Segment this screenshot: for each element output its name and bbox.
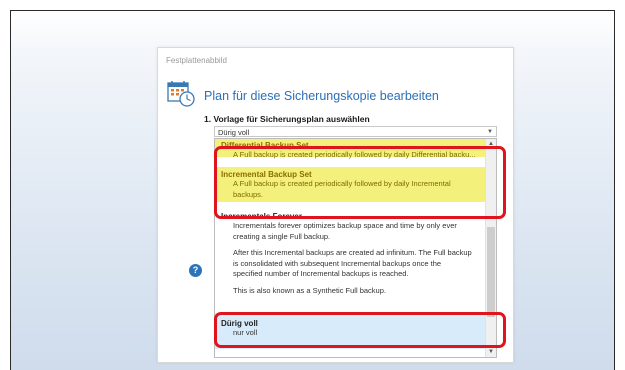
dropdown-scrollbar[interactable]: ▲ ▼ [485, 139, 496, 357]
screenshot-frame: Festplattenabbild Plan für diese Sicheru… [10, 10, 615, 370]
plan-title: Plan für diese Sicherungskopie bearbeite… [204, 89, 439, 103]
chevron-down-icon[interactable]: ▼ [487, 127, 493, 138]
calendar-clock-icon [167, 81, 195, 107]
dialog-title: Festplattenabbild [166, 56, 227, 65]
option-incremental-backup-set[interactable]: Incremental Backup Set A Full backup is … [215, 167, 486, 202]
option-title: Incremental Backup Set [221, 170, 312, 179]
option-incrementals-forever[interactable]: Incrementals Forever Incrementals foreve… [215, 210, 486, 310]
backup-plan-dialog: Festplattenabbild Plan für diese Sicheru… [157, 47, 514, 363]
option-desc: is consolidated with subsequent Incremen… [233, 258, 442, 268]
option-desc: A Full backup is created periodically fo… [233, 179, 451, 188]
option-title: Incrementals Forever [221, 212, 302, 221]
option-desc: backups. [233, 189, 264, 199]
option-desc: nur voll [233, 328, 258, 337]
option-durig-voll[interactable]: Dürig voll nur voll [215, 313, 486, 349]
help-icon[interactable]: ? [189, 264, 202, 277]
scroll-up-icon[interactable]: ▲ [486, 139, 496, 149]
option-desc: This is also known as a Synthetic Full b… [233, 285, 386, 295]
option-list: Differential Backup Set A Full backup is… [215, 139, 486, 357]
select-value: Dürig voll [218, 128, 250, 137]
scroll-thumb[interactable] [487, 227, 495, 317]
option-title: Differential Backup Set [221, 141, 309, 150]
option-desc: specified number of Incremental backups … [233, 269, 409, 278]
step-label: 1. Vorlage für Sicherungsplan auswählen [204, 114, 370, 124]
option-desc: Incrementals forever optimizes backup sp… [233, 221, 457, 230]
template-select[interactable]: Dürig voll ▼ [214, 126, 497, 137]
option-desc: creating a single Full backup. [233, 231, 331, 241]
option-title: Dürig voll [221, 319, 258, 328]
scroll-down-icon[interactable]: ▼ [486, 347, 496, 357]
template-dropdown-list[interactable]: Differential Backup Set A Full backup is… [214, 138, 497, 358]
option-desc: A Full backup is created periodically fo… [233, 150, 476, 159]
option-differential-backup-set[interactable]: Differential Backup Set A Full backup is… [215, 139, 486, 159]
option-desc: After this Incremental backups are creat… [233, 248, 472, 257]
